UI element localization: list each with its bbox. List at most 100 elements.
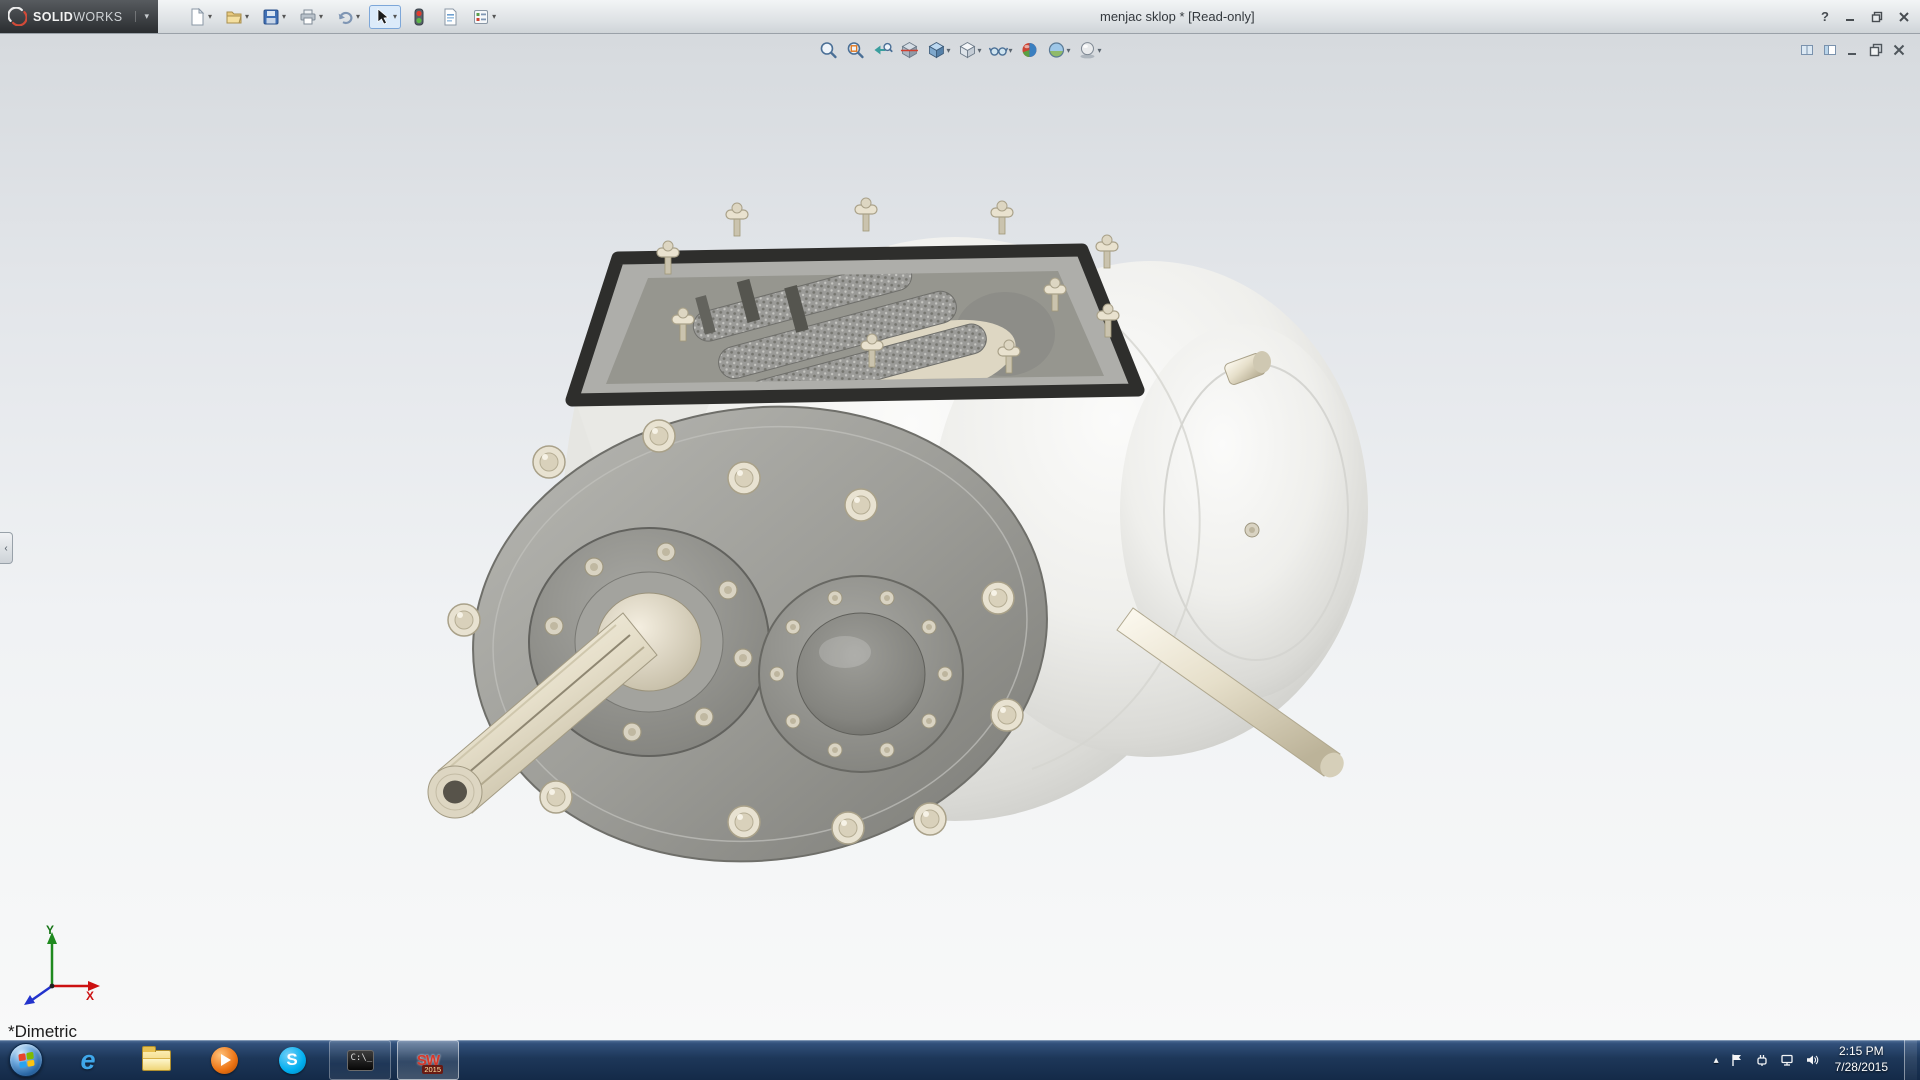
file-properties-button[interactable] xyxy=(437,5,463,29)
help-button[interactable]: ? xyxy=(1821,9,1829,24)
solidworks-logo-icon xyxy=(8,7,27,26)
chevron-down-icon[interactable]: ▾ xyxy=(208,13,212,21)
restore-button[interactable] xyxy=(1871,11,1883,23)
media-player-icon xyxy=(211,1047,238,1074)
chevron-down-icon[interactable]: ▾ xyxy=(1008,46,1012,55)
chevron-down-icon[interactable]: ▾ xyxy=(1067,46,1071,55)
apply-scene-icon xyxy=(1047,40,1067,60)
zoom-to-area-button[interactable] xyxy=(843,38,867,62)
zoom-to-area-icon xyxy=(845,40,865,60)
taskbar-item-file-explorer[interactable] xyxy=(125,1040,187,1080)
screen: SOLIDWORKS ▾ ▾ ▾ ▾ xyxy=(0,0,1920,1080)
display-style-button[interactable]: ▾ xyxy=(955,38,983,62)
section-view-icon xyxy=(899,40,919,60)
taskbar-item-skype[interactable]: S xyxy=(261,1040,323,1080)
rebuild-icon xyxy=(410,8,428,26)
system-tray: ▴ 2:15 PM 7/28/2015 xyxy=(1714,1040,1917,1080)
brand-text: SOLIDWORKS xyxy=(33,10,122,24)
pane-icon[interactable] xyxy=(1823,43,1837,62)
chevron-down-icon[interactable]: ▾ xyxy=(393,13,397,21)
tray-time: 2:15 PM xyxy=(1835,1044,1888,1060)
display-style-icon xyxy=(957,40,977,60)
taskbar-item-media-player[interactable] xyxy=(193,1040,255,1080)
chevron-down-icon[interactable]: ▾ xyxy=(1098,46,1102,55)
edit-appearance-button[interactable] xyxy=(1018,38,1042,62)
tray-clock[interactable]: 2:15 PM 7/28/2015 xyxy=(1835,1044,1888,1075)
view-orientation-button[interactable]: ▾ xyxy=(924,38,952,62)
window-title: menjac sklop * [Read-only] xyxy=(1100,0,1255,33)
solidworks-app-icon: SW 2015 xyxy=(413,1046,443,1074)
y-axis-label: Y xyxy=(46,923,54,937)
x-axis-label: X xyxy=(86,989,94,1003)
zoom-to-fit-icon xyxy=(818,40,838,60)
chevron-down-icon[interactable]: ▾ xyxy=(319,13,323,21)
new-document-icon xyxy=(188,8,206,26)
undo-icon xyxy=(336,8,354,26)
folder-icon xyxy=(142,1050,171,1071)
new-document-button[interactable]: ▾ xyxy=(184,5,216,29)
doc-close-button[interactable] xyxy=(1892,43,1906,62)
rebuild-button[interactable] xyxy=(406,5,432,29)
show-desktop-button[interactable] xyxy=(1904,1040,1917,1080)
close-button[interactable] xyxy=(1898,11,1910,23)
print-button[interactable]: ▾ xyxy=(295,5,327,29)
edit-appearance-icon xyxy=(1020,40,1040,60)
chevron-down-icon[interactable]: ▾ xyxy=(282,13,286,21)
options-button[interactable]: ▾ xyxy=(468,5,500,29)
doc-restore-button[interactable] xyxy=(1869,43,1883,62)
undo-button[interactable]: ▾ xyxy=(332,5,364,29)
command-prompt-icon: C:\_ xyxy=(347,1050,374,1071)
view-orientation-label: *Dimetric xyxy=(8,1022,77,1042)
headsup-view-toolbar: ▾ ▾ ▾ ▾ ▾ xyxy=(816,38,1103,62)
apply-scene-button[interactable]: ▾ xyxy=(1045,38,1073,62)
action-center-flag-icon[interactable] xyxy=(1730,1053,1744,1067)
volume-icon[interactable] xyxy=(1805,1053,1819,1067)
internet-explorer-icon: e xyxy=(80,1047,95,1074)
document-window-controls xyxy=(1800,43,1906,62)
chevron-down-icon[interactable]: ▾ xyxy=(356,13,360,21)
chevron-down-icon[interactable]: ▾ xyxy=(946,46,950,55)
zoom-to-fit-button[interactable] xyxy=(816,38,840,62)
window-controls: ? xyxy=(1821,0,1910,33)
hide-show-items-button[interactable]: ▾ xyxy=(986,38,1014,62)
solidworks-menu-button[interactable]: SOLIDWORKS ▾ xyxy=(0,0,158,33)
open-button[interactable]: ▾ xyxy=(221,5,253,29)
print-icon xyxy=(299,8,317,26)
power-plug-icon[interactable] xyxy=(1755,1053,1769,1067)
windows-orb-icon xyxy=(9,1043,43,1077)
taskbar: e S C:\_ SW 2015 ▴ xyxy=(0,1040,1920,1080)
chevron-down-icon[interactable]: ▾ xyxy=(135,11,149,22)
tray-date: 7/28/2015 xyxy=(1835,1060,1888,1076)
windows-flag-icon xyxy=(18,1052,34,1069)
previous-view-button[interactable] xyxy=(870,38,894,62)
gearbox-model[interactable] xyxy=(0,34,1920,1040)
start-button[interactable] xyxy=(0,1040,52,1080)
taskbar-item-internet-explorer[interactable]: e xyxy=(57,1040,119,1080)
doc-minimize-button[interactable] xyxy=(1846,43,1860,62)
select-cursor-icon xyxy=(373,8,391,26)
taskbar-item-command-prompt[interactable]: C:\_ xyxy=(329,1040,391,1080)
save-button[interactable]: ▾ xyxy=(258,5,290,29)
chevron-down-icon[interactable]: ▾ xyxy=(245,13,249,21)
open-folder-icon xyxy=(225,8,243,26)
chevron-down-icon[interactable]: ▾ xyxy=(977,46,981,55)
previous-view-icon xyxy=(872,40,892,60)
split-view-icon[interactable] xyxy=(1800,43,1814,62)
reference-triad: Y X xyxy=(10,922,106,1006)
options-icon xyxy=(472,8,490,26)
select-button[interactable]: ▾ xyxy=(369,5,401,29)
section-view-button[interactable] xyxy=(897,38,921,62)
main-toolbar: ▾ ▾ ▾ ▾ xyxy=(184,5,500,29)
taskbar-item-solidworks[interactable]: SW 2015 xyxy=(397,1040,459,1080)
viewport-3d[interactable]: ▾ ▾ ▾ ▾ ▾ xyxy=(0,34,1920,1040)
panel-collapse-handle[interactable]: ‹ xyxy=(0,532,13,564)
file-properties-icon xyxy=(441,8,459,26)
minimize-button[interactable] xyxy=(1844,11,1856,23)
app-titlebar: SOLIDWORKS ▾ ▾ ▾ ▾ xyxy=(0,0,1920,34)
chevron-down-icon[interactable]: ▾ xyxy=(492,13,496,21)
view-settings-button[interactable]: ▾ xyxy=(1076,38,1104,62)
taskbar-items: e S C:\_ SW 2015 xyxy=(57,1040,459,1080)
view-orientation-icon xyxy=(926,40,946,60)
hidden-icons-chevron[interactable]: ▴ xyxy=(1714,1055,1719,1066)
network-icon[interactable] xyxy=(1780,1053,1794,1067)
